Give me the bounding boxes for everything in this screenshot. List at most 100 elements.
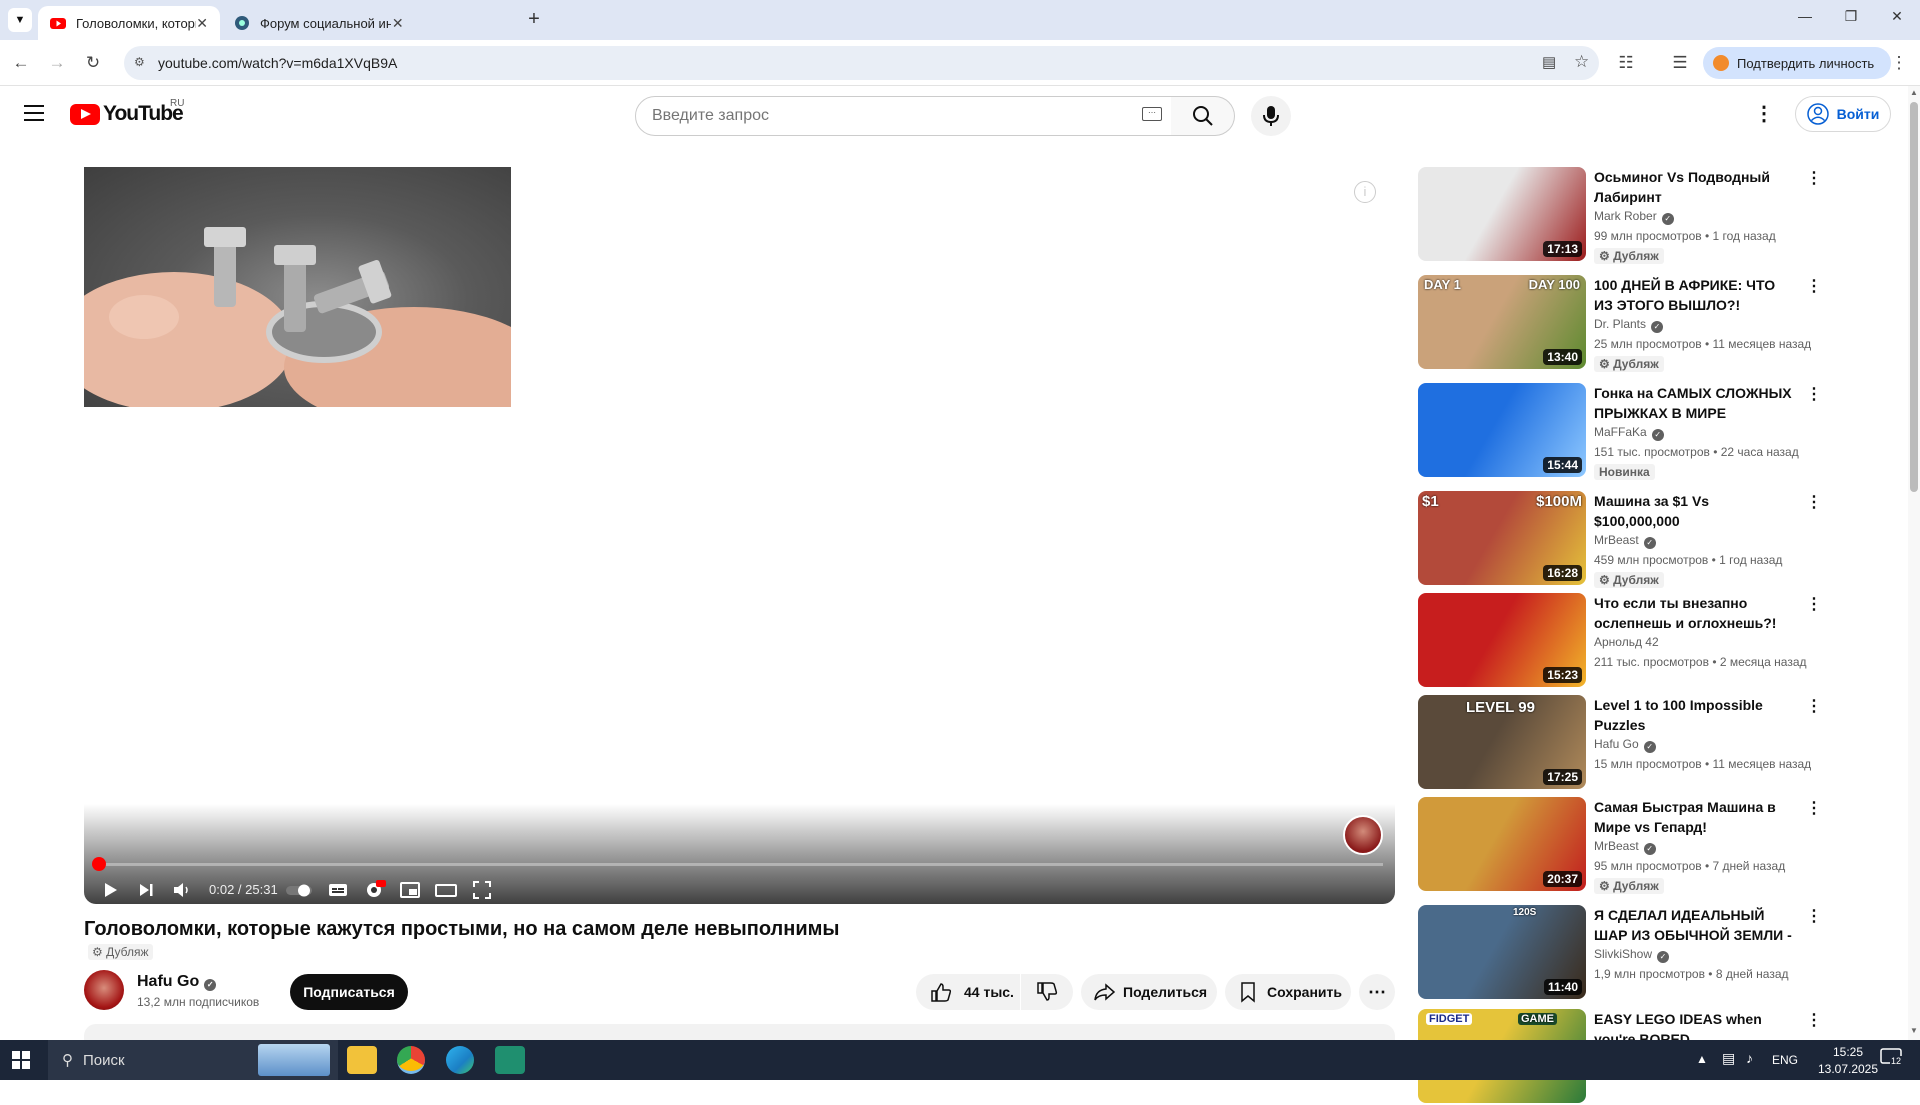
voice-search-button[interactable]: [1251, 96, 1291, 136]
forward-icon[interactable]: →: [46, 52, 68, 74]
recommended-title[interactable]: Осьминог Vs Подводный Лабиринт: [1594, 167, 1794, 207]
share-button[interactable]: Поделиться: [1081, 974, 1217, 1010]
more-options-icon[interactable]: ⋮: [1804, 799, 1824, 819]
chrome-icon[interactable]: [397, 1046, 425, 1074]
recommended-title[interactable]: Гонка на САМЫХ СЛОЖНЫХ ПРЫЖКАХ В МИРЕ: [1594, 383, 1794, 423]
recommended-title[interactable]: Level 1 to 100 Impossible Puzzles: [1594, 695, 1794, 735]
scrubber-handle[interactable]: [92, 857, 106, 871]
minimize-icon[interactable]: —: [1790, 8, 1820, 32]
more-options-icon[interactable]: ⋮: [1804, 697, 1824, 717]
recommended-channel[interactable]: MaFFaKa ✓: [1594, 425, 1664, 441]
next-icon[interactable]: [134, 878, 158, 902]
hamburger-menu-icon[interactable]: [24, 104, 46, 122]
recommended-video[interactable]: 16:28 $1 $100M Машина за $1 Vs $100,000,000…: [1418, 491, 1838, 588]
verify-identity-button[interactable]: Подтвердить личность: [1703, 47, 1891, 79]
recommended-title[interactable]: Что если ты внезапно ослепнешь и оглохне…: [1594, 593, 1794, 633]
keyboard-icon[interactable]: ⋯: [1142, 107, 1162, 121]
install-app-icon[interactable]: ▤: [1542, 53, 1556, 71]
volume-icon[interactable]: [170, 878, 194, 902]
extensions-icon[interactable]: ☷: [1615, 52, 1637, 74]
channel-avatar[interactable]: [84, 970, 124, 1010]
video-thumbnail[interactable]: 11:40 120S: [1418, 905, 1586, 999]
network-icon[interactable]: ▤: [1722, 1050, 1735, 1067]
progress-bar[interactable]: [96, 863, 1383, 866]
search-input[interactable]: Введите запрос ⋯: [635, 96, 1172, 136]
more-options-icon[interactable]: ⋮: [1804, 277, 1824, 297]
miniplayer-icon[interactable]: [398, 878, 422, 902]
video-player[interactable]: i 0:02 / 25:31: [84, 167, 1395, 904]
recommended-channel[interactable]: Hafu Go ✓: [1594, 737, 1656, 753]
recommended-video[interactable]: 20:37 Самая Быстрая Машина в Мире vs Гепа…: [1418, 797, 1838, 894]
clock-time[interactable]: 15:25: [1818, 1045, 1878, 1059]
close-tab-icon[interactable]: ✕: [391, 15, 404, 32]
info-icon[interactable]: i: [1354, 181, 1376, 203]
file-explorer-icon[interactable]: [347, 1046, 377, 1074]
recommended-channel[interactable]: Dr. Plants ✓: [1594, 317, 1664, 333]
close-window-icon[interactable]: ✕: [1882, 8, 1912, 32]
tab-forum[interactable]: Форум социальной инженери ✕: [222, 6, 416, 40]
play-icon[interactable]: [98, 878, 122, 902]
app-window-icon[interactable]: [495, 1046, 525, 1074]
edge-icon[interactable]: [446, 1046, 474, 1074]
recommended-video[interactable]: 15:44 Гонка на САМЫХ СЛОЖНЫХ ПРЫЖКАХ В МИ…: [1418, 383, 1838, 480]
more-actions-button[interactable]: ⋯: [1359, 974, 1395, 1010]
recommended-video[interactable]: 17:13 Осьминог Vs Подводный Лабиринт Mark …: [1418, 167, 1838, 264]
recommended-video[interactable]: 15:23 Что если ты внезапно ослепнешь и ог…: [1418, 593, 1838, 689]
more-options-icon[interactable]: ⋮: [1804, 493, 1824, 513]
more-options-icon[interactable]: ⋮: [1804, 595, 1824, 615]
autoplay-toggle[interactable]: [284, 878, 314, 902]
youtube-logo[interactable]: YouTube RU: [70, 98, 184, 126]
more-options-icon[interactable]: ⋮: [1804, 1011, 1824, 1031]
recommended-title[interactable]: Самая Быстрая Машина в Мире vs Гепард!: [1594, 797, 1794, 837]
description-box[interactable]: [84, 1024, 1395, 1040]
windows-start-icon[interactable]: [12, 1051, 30, 1069]
settings-menu-icon[interactable]: ⋮: [1752, 102, 1776, 126]
fullscreen-icon[interactable]: [470, 878, 494, 902]
restore-icon[interactable]: ❐: [1836, 8, 1866, 32]
recommended-video[interactable]: 17:25 LEVEL 99 Level 1 to 100 Impossible P…: [1418, 695, 1838, 791]
tray-chevron-icon[interactable]: ▲: [1696, 1052, 1708, 1066]
recommended-video[interactable]: 13:40 DAY 1 DAY 100 100 ДНЕЙ В АФРИКЕ: ЧТО …: [1418, 275, 1838, 372]
tab-youtube[interactable]: Головоломки, которые кажутс ✕: [38, 6, 220, 40]
video-thumbnail[interactable]: 13:40 DAY 1 DAY 100: [1418, 275, 1586, 369]
recommended-title[interactable]: Я СДЕЛАЛ ИДЕАЛЬНЫЙ ШАР ИЗ ОБЫЧНОЙ ЗЕМЛИ …: [1594, 905, 1794, 945]
subscribe-button[interactable]: Подписаться: [290, 974, 408, 1010]
sign-in-button[interactable]: Войти: [1795, 96, 1891, 132]
video-thumbnail[interactable]: 15:44: [1418, 383, 1586, 477]
recommended-channel[interactable]: MrBeast ✓: [1594, 839, 1656, 855]
close-tab-icon[interactable]: ✕: [196, 15, 208, 32]
media-control-icon[interactable]: ☰: [1669, 52, 1691, 74]
settings-icon[interactable]: [362, 878, 386, 902]
taskbar-search[interactable]: ⚲ Поиск: [48, 1040, 338, 1080]
video-thumbnail[interactable]: 15:23: [1418, 593, 1586, 687]
video-thumbnail[interactable]: 17:25 LEVEL 99: [1418, 695, 1586, 789]
recommended-title[interactable]: Машина за $1 Vs $100,000,000: [1594, 491, 1794, 531]
browser-menu-icon[interactable]: ⋮: [1888, 52, 1910, 74]
search-button[interactable]: [1171, 96, 1235, 136]
scrollbar-thumb[interactable]: [1910, 102, 1918, 492]
scroll-up-icon[interactable]: ▲: [1910, 88, 1918, 97]
channel-name[interactable]: Hafu Go ✓: [137, 973, 217, 991]
more-options-icon[interactable]: ⋮: [1804, 169, 1824, 189]
recommended-channel[interactable]: SlivkiShow ✓: [1594, 947, 1670, 963]
reload-icon[interactable]: ↻: [82, 52, 104, 74]
more-options-icon[interactable]: ⋮: [1804, 907, 1824, 927]
bookmark-star-icon[interactable]: ☆: [1574, 52, 1589, 72]
dislike-button[interactable]: [1021, 974, 1073, 1010]
notifications-icon[interactable]: 12: [1880, 1048, 1908, 1072]
clock-date[interactable]: 13.07.2025: [1808, 1062, 1888, 1076]
like-button[interactable]: 44 тыс.: [916, 974, 1020, 1010]
video-thumbnail[interactable]: 20:37: [1418, 797, 1586, 891]
recommended-channel[interactable]: MrBeast ✓: [1594, 533, 1656, 549]
more-options-icon[interactable]: ⋮: [1804, 385, 1824, 405]
recommended-channel[interactable]: Mark Rober ✓: [1594, 209, 1674, 225]
recommended-channel[interactable]: Арнольд 42: [1594, 635, 1659, 649]
tab-search-button[interactable]: ▼: [8, 8, 32, 32]
scroll-down-icon[interactable]: ▼: [1910, 1026, 1918, 1035]
video-thumbnail[interactable]: 16:28 $1 $100M: [1418, 491, 1586, 585]
new-tab-button[interactable]: +: [522, 8, 546, 32]
speaker-icon[interactable]: ♪: [1746, 1050, 1753, 1066]
subtitles-icon[interactable]: [326, 878, 350, 902]
recommended-video[interactable]: 11:40 120S Я СДЕЛАЛ ИДЕАЛЬНЫЙ ШАР ИЗ ОБЫЧН…: [1418, 905, 1838, 1001]
video-thumbnail[interactable]: 17:13: [1418, 167, 1586, 261]
